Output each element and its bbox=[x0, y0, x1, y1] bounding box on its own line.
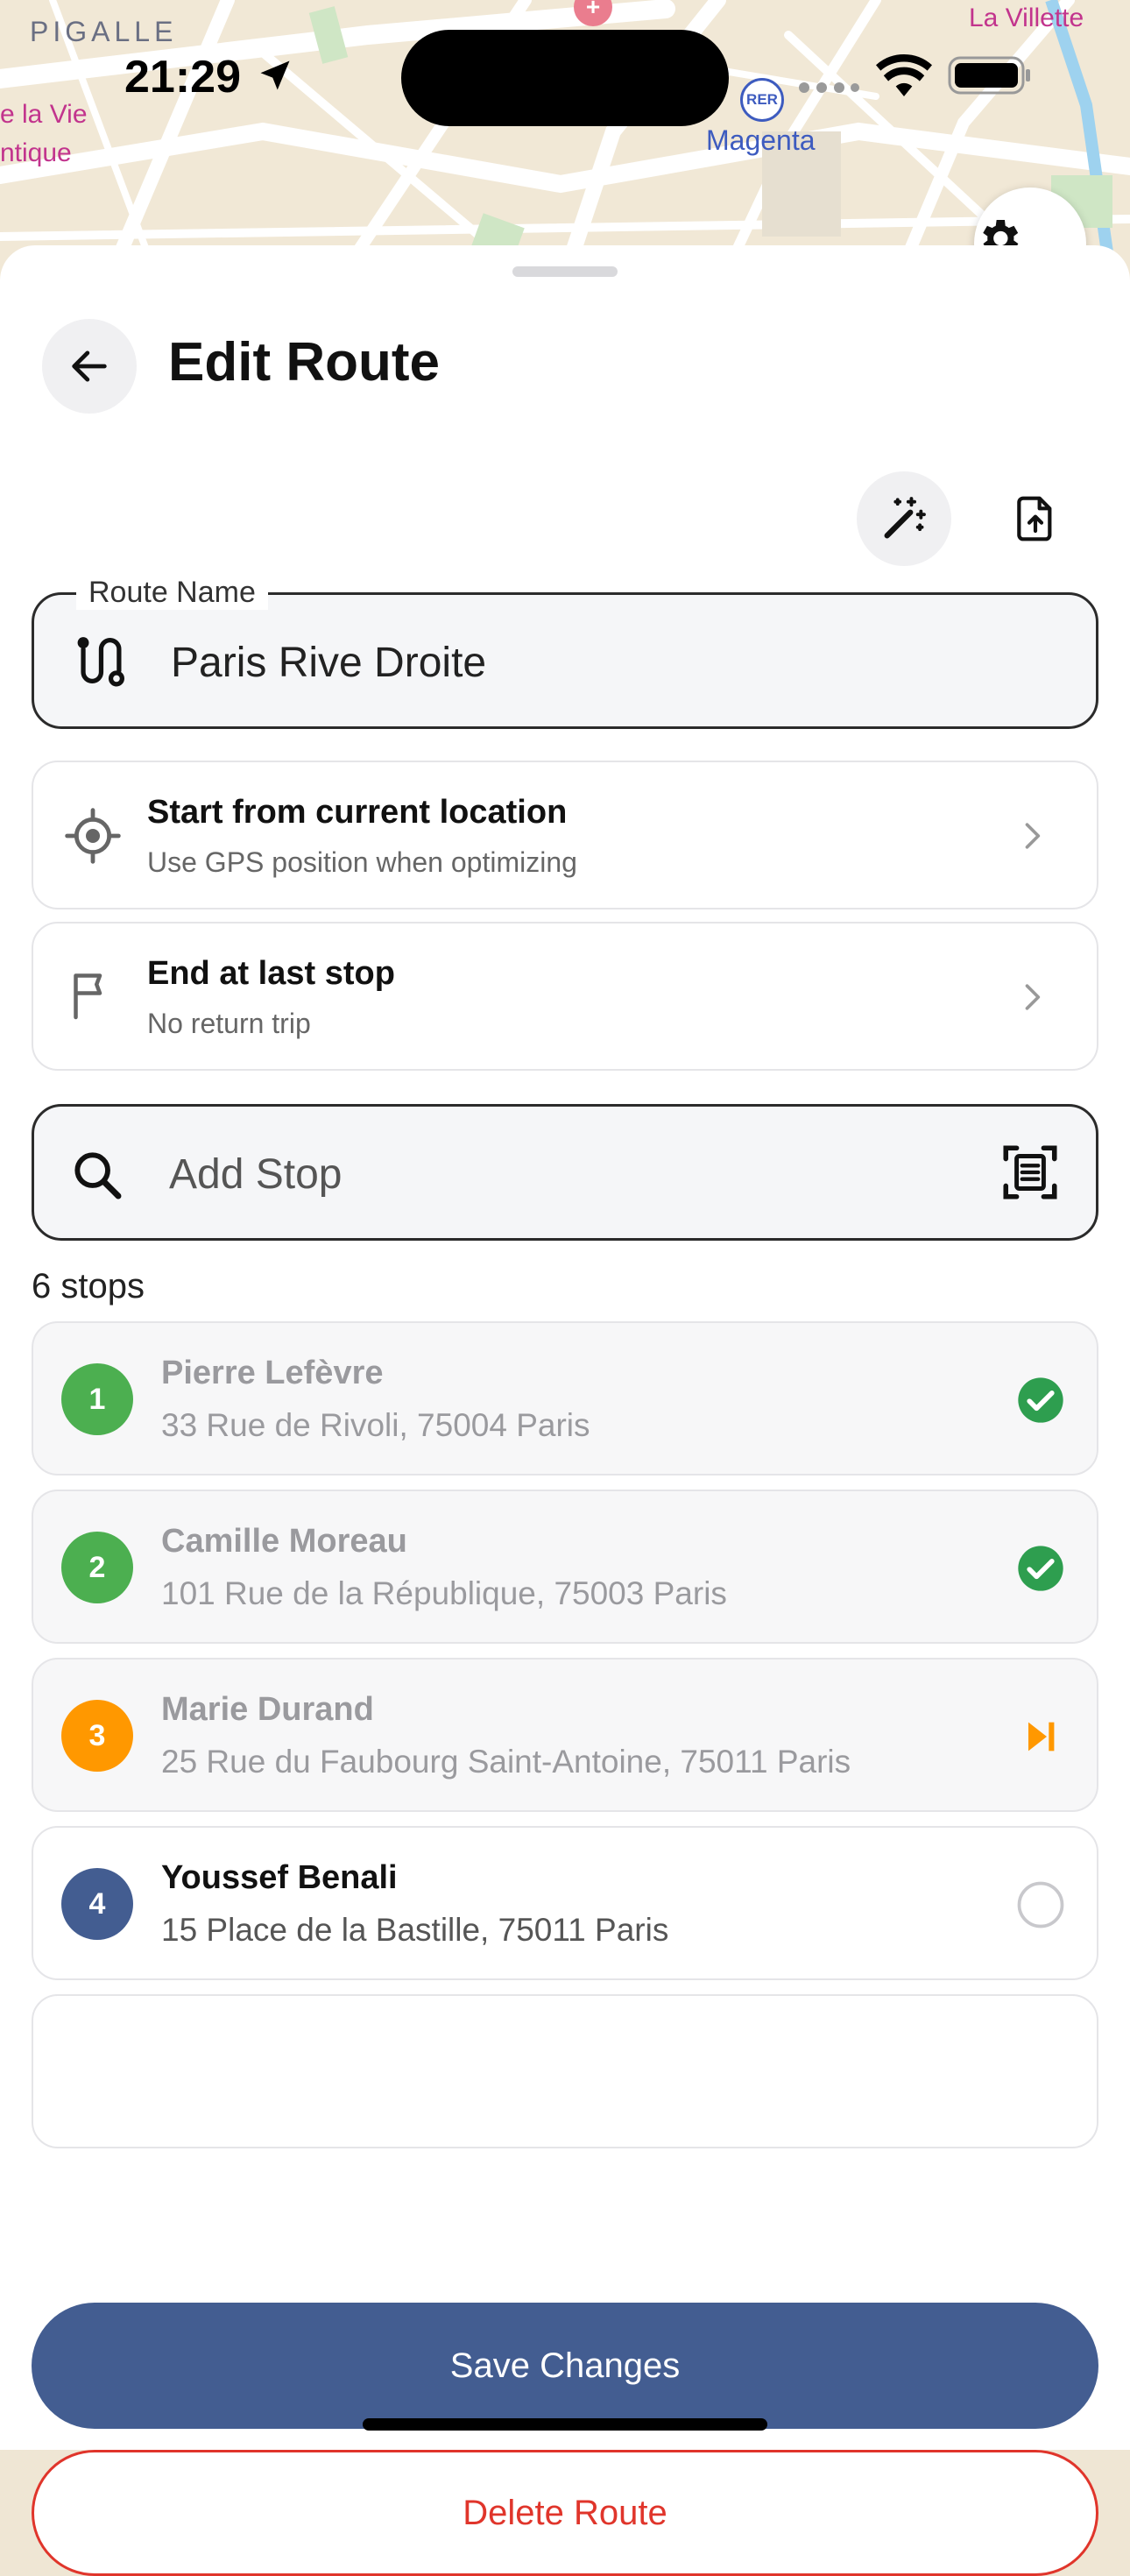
stop-item[interactable]: 3 Marie Durand 25 Rue du Faubourg Saint-… bbox=[32, 1658, 1098, 1812]
battery-icon bbox=[948, 56, 1030, 95]
stop-number-badge: 3 bbox=[61, 1700, 133, 1772]
stop-number-badge: 2 bbox=[61, 1532, 133, 1603]
stop-item[interactable]: 4 Youssef Benali 15 Place de la Bastille… bbox=[32, 1826, 1098, 1980]
stop-address: 15 Place de la Bastille, 75011 Paris bbox=[161, 1912, 669, 1948]
stop-item[interactable] bbox=[32, 1994, 1098, 2148]
stop-name: Pierre Lefèvre bbox=[161, 1355, 384, 1391]
rer-station-icon[interactable]: RER bbox=[740, 78, 784, 122]
status-time: 21:29 bbox=[124, 52, 241, 103]
stop-address: 25 Rue du Faubourg Saint-Antoine, 75011 … bbox=[161, 1744, 851, 1780]
skip-forward-icon[interactable] bbox=[1016, 1712, 1065, 1761]
save-changes-button[interactable]: Save Changes bbox=[32, 2303, 1098, 2429]
chevron-right-icon bbox=[1025, 823, 1041, 849]
option-subtitle: No return trip bbox=[147, 1008, 311, 1039]
export-route-button[interactable] bbox=[988, 471, 1083, 566]
wifi-icon bbox=[876, 54, 932, 96]
stop-address: 101 Rue de la République, 75003 Paris bbox=[161, 1575, 727, 1611]
option-title: End at last stop bbox=[147, 955, 395, 992]
stops-count: 6 stops bbox=[32, 1267, 145, 1306]
flag-icon bbox=[74, 973, 102, 1020]
sheet-grabber[interactable] bbox=[512, 266, 618, 277]
scan-document-icon[interactable] bbox=[998, 1140, 1063, 1205]
map-label-pigalle: PIGALLE bbox=[30, 16, 178, 47]
map-label-la-vie: e la Vie bbox=[0, 100, 88, 129]
option-subtitle: Use GPS position when optimizing bbox=[147, 846, 577, 878]
dynamic-island bbox=[401, 30, 729, 126]
optimize-route-button[interactable] bbox=[857, 471, 951, 566]
stop-name: Marie Durand bbox=[161, 1691, 374, 1728]
stop-item[interactable]: 1 Pierre Lefèvre 33 Rue de Rivoli, 75004… bbox=[32, 1321, 1098, 1476]
stop-address: 33 Rue de Rivoli, 75004 Paris bbox=[161, 1407, 590, 1443]
map-label-magenta: Magenta bbox=[706, 124, 816, 156]
home-indicator bbox=[363, 2418, 767, 2431]
route-icon bbox=[77, 637, 124, 687]
route-name-field[interactable]: Route Name Paris Rive Droite bbox=[32, 576, 1098, 729]
page-title: Edit Route bbox=[168, 332, 440, 393]
add-stop-field[interactable] bbox=[32, 1104, 1098, 1241]
search-icon bbox=[74, 1152, 122, 1200]
gps-target-icon bbox=[65, 808, 121, 864]
start-location-option[interactable]: Start from current location Use GPS posi… bbox=[32, 761, 1098, 909]
stop-name: Camille Moreau bbox=[161, 1523, 407, 1560]
map-label-tique: ntique bbox=[0, 138, 72, 167]
stop-list[interactable]: 1 Pierre Lefèvre 33 Rue de Rivoli, 75004… bbox=[0, 1321, 1130, 2226]
check-circle-icon[interactable] bbox=[1016, 1544, 1065, 1593]
edit-route-sheet: Edit Route Route Name Paris Rive Droite bbox=[0, 245, 1130, 2576]
stop-name: Youssef Benali bbox=[161, 1859, 398, 1896]
option-title: Start from current location bbox=[147, 794, 568, 831]
magic-wand-icon bbox=[884, 497, 926, 539]
route-name-label: Route Name bbox=[76, 576, 268, 610]
route-name-value: Paris Rive Droite bbox=[171, 640, 487, 686]
stop-number-badge: 4 bbox=[61, 1868, 133, 1940]
arrow-left-icon bbox=[72, 350, 107, 382]
cellular-icon bbox=[799, 82, 859, 93]
check-circle-icon[interactable] bbox=[1016, 1376, 1065, 1425]
location-arrow-icon bbox=[260, 60, 290, 90]
back-button[interactable] bbox=[42, 319, 137, 414]
file-export-icon bbox=[1017, 496, 1052, 541]
stop-item[interactable]: 2 Camille Moreau 101 Rue de la Républiqu… bbox=[32, 1490, 1098, 1644]
chevron-right-icon bbox=[1025, 984, 1041, 1010]
empty-circle-icon[interactable] bbox=[1016, 1880, 1065, 1929]
end-location-option[interactable]: End at last stop No return trip bbox=[32, 922, 1098, 1071]
add-stop-input[interactable] bbox=[167, 1136, 924, 1212]
delete-route-button[interactable]: Delete Route bbox=[32, 2450, 1098, 2576]
stop-number-badge: 1 bbox=[61, 1363, 133, 1435]
map-label-villette: La Villette bbox=[969, 4, 1084, 32]
